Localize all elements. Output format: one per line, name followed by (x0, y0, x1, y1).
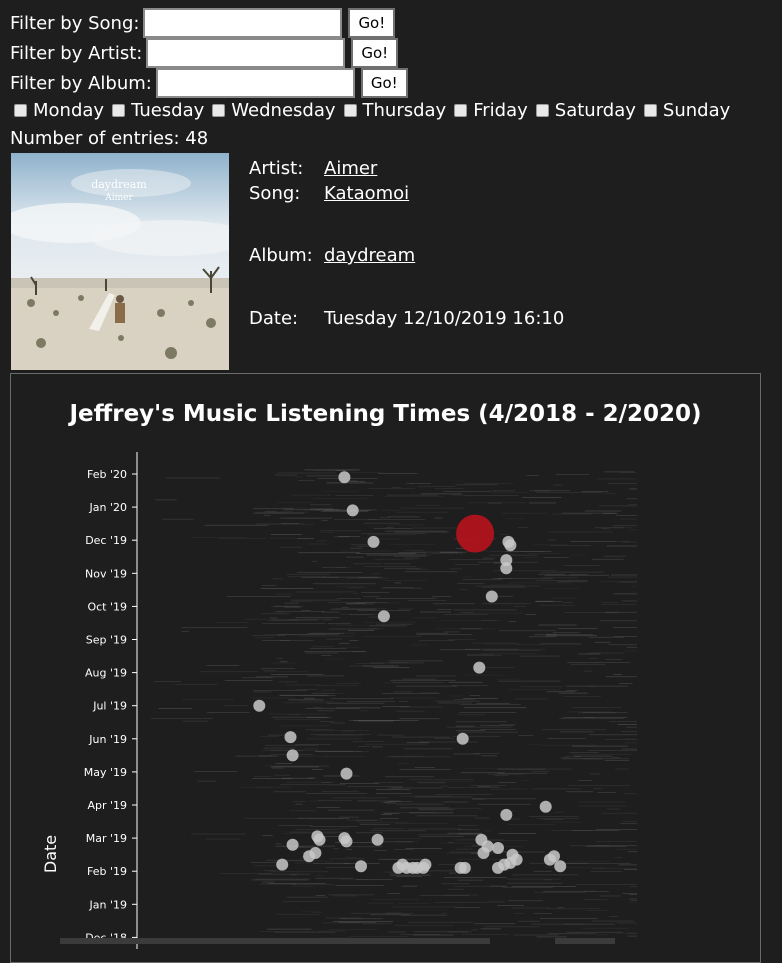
data-point (367, 535, 380, 548)
data-point (377, 610, 390, 623)
checkbox-icon[interactable] (14, 104, 27, 117)
y-tick-label: Oct '19 (87, 600, 127, 613)
y-tick-label: May '19 (84, 766, 127, 779)
day-checkbox-monday[interactable]: Monday (14, 100, 104, 121)
filter-album-row: Filter by Album: Go! (10, 68, 408, 98)
album-filter-input[interactable] (155, 68, 355, 98)
data-point (284, 731, 297, 744)
y-tick-label: Jan '20 (89, 501, 127, 514)
album-label: Album: (249, 245, 313, 266)
checkbox-icon[interactable] (535, 104, 549, 117)
album-go-button[interactable]: Go! (360, 68, 408, 98)
y-tick-label: Aug '19 (85, 667, 127, 680)
data-point (276, 858, 289, 871)
horizontal-scrollbar[interactable] (60, 938, 490, 944)
data-point (473, 661, 486, 674)
scrollbar-thumb[interactable] (555, 938, 615, 944)
data-point (338, 471, 351, 484)
data-point (543, 853, 556, 866)
artist-link[interactable]: Aimer (324, 158, 377, 179)
data-point (477, 847, 490, 859)
artist-go-button[interactable]: Go! (351, 38, 399, 68)
day-checkbox-wednesday[interactable]: Wednesday (212, 100, 336, 121)
filter-song-label: Filter by Song: (10, 12, 140, 34)
song-label: Song: (249, 183, 301, 204)
cover-artist-text: Aimer (104, 193, 133, 203)
data-point (340, 767, 353, 780)
filter-artist-label: Filter by Artist: (10, 42, 143, 64)
filter-song-row: Filter by Song: Go! (10, 8, 396, 38)
highlighted-point (456, 514, 495, 553)
data-point (504, 539, 517, 552)
data-point (485, 590, 498, 603)
data-point (303, 850, 316, 863)
data-point (500, 808, 513, 821)
data-point (554, 860, 567, 873)
y-tick-label: Nov '19 (85, 567, 127, 580)
data-point (504, 856, 517, 869)
listening-times-chart: Jeffrey's Music Listening Times (4/2018 … (10, 373, 761, 963)
entries-count: Number of entries: 48 (10, 128, 209, 149)
data-point (406, 861, 419, 874)
y-tick-label: Jul '19 (92, 700, 127, 713)
checkbox-icon[interactable] (112, 104, 126, 117)
y-tick-label: Jan '19 (89, 898, 127, 911)
checkbox-icon[interactable] (212, 104, 226, 117)
song-filter-input[interactable] (143, 8, 343, 38)
filter-album-label: Filter by Album: (10, 72, 152, 94)
data-point (492, 842, 504, 854)
checkbox-icon[interactable] (343, 104, 357, 117)
date-value: Tuesday 12/10/2019 16:10 (324, 308, 565, 329)
data-point (458, 861, 471, 874)
day-filter-row: Monday Tuesday Wednesday Thursday Friday… (14, 100, 738, 121)
album-cover-image: daydream Aimer (11, 153, 229, 370)
y-tick-label: Mar '19 (86, 832, 127, 845)
data-point (419, 858, 432, 871)
checkbox-icon[interactable] (454, 104, 468, 117)
song-link[interactable]: Kataomoi (324, 183, 409, 204)
data-point (371, 833, 384, 846)
y-tick-label: Apr '19 (87, 799, 127, 812)
filter-artist-row: Filter by Artist: Go! (10, 38, 399, 68)
data-point (340, 835, 353, 848)
data-point (313, 833, 326, 846)
data-point (355, 860, 367, 873)
y-axis-label: Date (41, 835, 60, 873)
data-point (346, 504, 359, 517)
song-go-button[interactable]: Go! (348, 8, 396, 38)
day-checkbox-sunday[interactable]: Sunday (643, 100, 730, 121)
data-point (500, 562, 513, 575)
data-point (286, 838, 299, 851)
data-point (539, 800, 552, 813)
album-link[interactable]: daydream (324, 245, 415, 266)
y-tick-label: Dec '19 (85, 534, 127, 547)
checkbox-icon[interactable] (643, 104, 657, 117)
day-checkbox-thursday[interactable]: Thursday (343, 100, 446, 121)
y-tick-label: Feb '20 (87, 468, 127, 481)
cover-title-text: daydream (91, 178, 147, 191)
artist-label: Artist: (249, 158, 304, 179)
day-checkbox-friday[interactable]: Friday (454, 100, 528, 121)
chart-plot-area: Feb '20 Jan '20 Dec '19 Nov '19 Oct '19 Sep '… (41, 452, 637, 949)
data-point (253, 699, 266, 712)
day-checkbox-tuesday[interactable]: Tuesday (112, 100, 204, 121)
date-label: Date: (249, 308, 299, 329)
data-point (456, 732, 469, 745)
y-tick-label: Feb '19 (87, 865, 127, 878)
data-point (286, 749, 299, 762)
y-tick-label: Jun '19 (88, 733, 127, 746)
artist-filter-input[interactable] (146, 38, 346, 68)
y-tick-label: Sep '19 (86, 634, 127, 647)
day-checkbox-saturday[interactable]: Saturday (535, 100, 636, 121)
